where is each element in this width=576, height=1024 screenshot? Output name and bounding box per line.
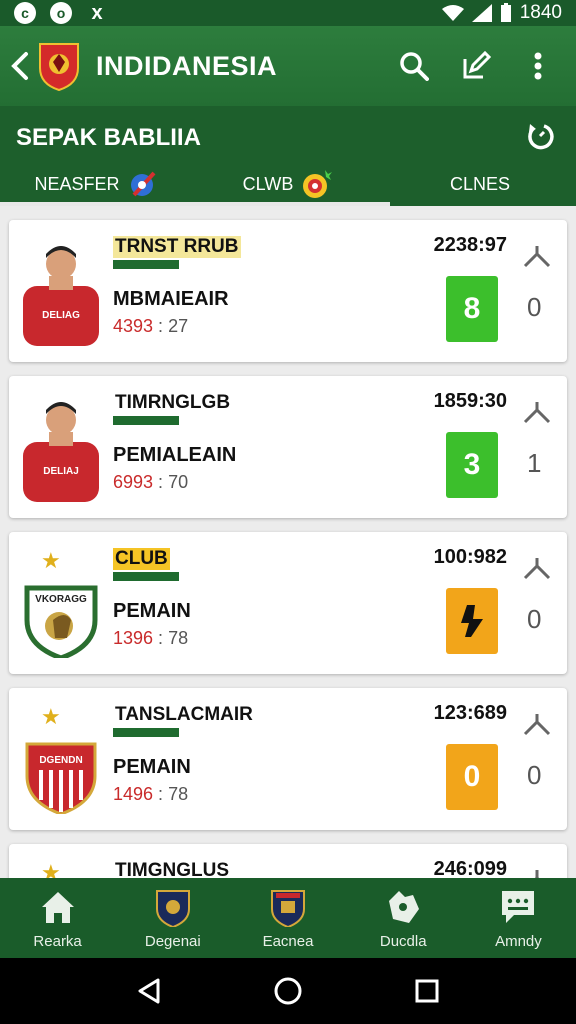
list-card[interactable]: ★ DGENDN TANSLACMAIR 123:689 PEMAIN 1496… (9, 688, 567, 830)
tab-label: NEASFER (34, 173, 120, 194)
list-card[interactable]: ★ VKORAGG CLUB 100:982 PEMAIN 1396 : 78 … (9, 532, 567, 674)
player-stat: 6993 : 70 (113, 472, 189, 492)
club-logo (39, 43, 79, 92)
refresh-icon[interactable] (524, 120, 556, 152)
card-time: 100:982 (433, 546, 507, 568)
collapse-icon[interactable] (523, 242, 551, 270)
wifi-icon (441, 5, 464, 21)
boot-icon (461, 605, 483, 637)
club-crest-icon (271, 889, 305, 927)
player-name: PEMIALEAIN (113, 444, 237, 466)
score-secondary: 0 (527, 760, 542, 790)
home-button-icon[interactable] (268, 971, 308, 1011)
nav-item-eacnea[interactable]: Eacnea (230, 878, 345, 958)
nav-item-amndy[interactable]: Amndy (461, 878, 576, 958)
score-badge: 3 (446, 432, 498, 498)
player-name: PEMAIN (113, 600, 191, 622)
team-color-bar (113, 728, 179, 737)
tab-label: CLNES (449, 173, 511, 194)
score-badge (446, 588, 498, 654)
signal-icon (471, 4, 492, 22)
tab-neasfer[interactable]: NEASFER (0, 162, 192, 206)
nav-item-ducdla[interactable]: Ducdla (346, 878, 461, 958)
card-time: 1859:30 (433, 390, 507, 412)
team-color-bar (113, 416, 179, 425)
team-color-bar (113, 260, 179, 269)
team-color-bar (113, 572, 179, 581)
card-time: 246:099 (433, 858, 507, 878)
app-bar: INDIDANESIA (0, 26, 576, 106)
battery-icon (500, 3, 511, 22)
back-arrow-icon[interactable] (0, 26, 40, 106)
chat-icon (502, 890, 535, 923)
home-icon (41, 891, 74, 923)
card-title: CLUB (113, 548, 170, 570)
edit-icon[interactable] (460, 50, 492, 82)
nav-label: Rearka (33, 932, 82, 950)
svg-text:DGENDN: DGENDN (39, 755, 82, 766)
nav-item-rearka[interactable]: Rearka (0, 878, 115, 958)
score-secondary: 0 (527, 604, 542, 634)
recents-icon[interactable] (407, 971, 447, 1011)
player-avatar: DELIAG (23, 246, 99, 346)
svg-text:DELIAJ: DELIAJ (43, 466, 79, 477)
club-crest-icon (155, 889, 190, 927)
target-icon (303, 170, 333, 198)
score-secondary: 0 (527, 292, 542, 322)
club-badge: DGENDN (25, 742, 97, 814)
player-name: MBMAIEAIR (113, 288, 229, 310)
status-bar: c o x 1840 (0, 0, 576, 26)
tab-clnes[interactable]: CLNES (384, 162, 576, 206)
tab-clwb[interactable]: CLWB (192, 162, 384, 206)
nav-label: Degenai (144, 932, 201, 950)
system-navigation-bar (0, 958, 576, 1024)
section-header: SEPAK BABLIIA NEASFER CLWB CLNES (0, 106, 576, 206)
player-stat: 1496 : 78 (113, 784, 189, 804)
back-icon[interactable] (129, 971, 169, 1011)
nav-item-degenai[interactable]: Degenai (115, 878, 230, 958)
player-stat: 1396 : 78 (113, 628, 189, 648)
score-secondary: 1 (527, 448, 542, 478)
card-title: TIMGNGLUS (115, 860, 229, 878)
app-title: INDIDANESIA (96, 50, 278, 81)
card-list[interactable]: DELIAG TRNST RRUB 2238:97 MBMAIEAIR 4393… (0, 206, 576, 878)
list-card[interactable]: ★ TIMGNGLUS 246:099 (9, 844, 567, 878)
map-icon (389, 890, 420, 923)
nav-label: Ducdla (379, 932, 427, 950)
o-icon: o (50, 2, 72, 24)
x-icon: x (91, 1, 103, 24)
card-time: 2238:97 (433, 234, 507, 256)
card-title: TIMRNGLGB (115, 392, 231, 413)
svg-text:VKORAGG: VKORAGG (35, 594, 87, 605)
collapse-icon[interactable] (523, 398, 551, 426)
collapse-icon[interactable] (523, 554, 551, 582)
player-stat: 4393 : 27 (113, 316, 189, 336)
clock-text: 1840 (519, 2, 562, 23)
score-badge: 0 (446, 744, 498, 810)
star-icon: ★ (41, 860, 61, 878)
club-badge: VKORAGG (24, 585, 98, 658)
list-card[interactable]: DELIAJ TIMRNGLGB 1859:30 PEMIALEAIN 6993… (9, 376, 567, 518)
collapse-icon[interactable] (523, 710, 551, 738)
collapse-icon[interactable] (523, 866, 551, 878)
tab-label: CLWB (242, 173, 294, 194)
player-avatar: DELIAJ (23, 402, 99, 502)
search-icon[interactable] (398, 50, 430, 82)
list-card[interactable]: DELIAG TRNST RRUB 2238:97 MBMAIEAIR 4393… (9, 220, 567, 362)
nav-label: Eacnea (262, 932, 314, 950)
card-title: TRNST RRUB (113, 236, 241, 258)
ball-icon (130, 171, 155, 197)
more-vert-icon[interactable] (522, 50, 554, 82)
c-icon: c (14, 2, 36, 24)
svg-text:DELIAG: DELIAG (42, 310, 80, 321)
player-name: PEMAIN (113, 756, 191, 778)
nav-label: Amndy (495, 932, 542, 950)
score-badge: 8 (446, 276, 498, 342)
section-title: SEPAK BABLIIA (16, 124, 201, 151)
card-time: 123:689 (433, 702, 507, 724)
card-title: TANSLACMAIR (115, 704, 253, 725)
bottom-navigation: Rearka Degenai Eacnea Ducdla Amndy (0, 878, 576, 958)
